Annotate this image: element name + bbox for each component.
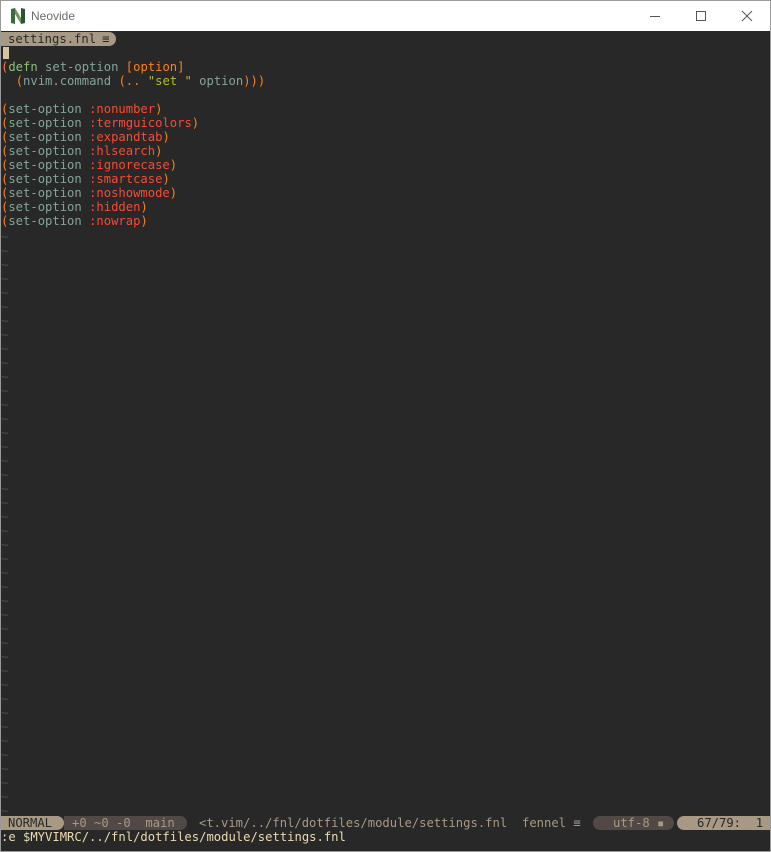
empty-line-marker: ~ (1, 370, 9, 384)
encoding-label: utf-8 (613, 816, 650, 830)
code-line[interactable]: (set-option :expandtab) (1, 130, 170, 144)
empty-line-marker: ~ (1, 734, 9, 748)
mode-indicator: NORMAL (1, 816, 65, 830)
empty-line-marker: ~ (1, 412, 9, 426)
encoding-segment: utf-8 ▪ (593, 816, 675, 830)
text-cursor (3, 47, 9, 59)
empty-line-marker: ~ (1, 342, 9, 356)
empty-line-marker: ~ (1, 510, 9, 524)
empty-line-marker: ~ (1, 636, 9, 650)
empty-line-marker: ~ (1, 384, 9, 398)
empty-line-marker: ~ (1, 230, 9, 244)
empty-line-marker: ~ (1, 622, 9, 636)
maximize-icon (696, 11, 706, 21)
code-line[interactable]: (defn set-option [option] (1, 60, 184, 74)
tabline: settings.fnl ≡ (1, 32, 770, 46)
cursor-position: 67/79: 1 (677, 816, 770, 830)
empty-line-marker: ~ (1, 650, 9, 664)
empty-line-marker: ~ (1, 272, 9, 286)
empty-line-marker: ~ (1, 664, 9, 678)
empty-line-marker: ~ (1, 580, 9, 594)
empty-line-marker: ~ (1, 594, 9, 608)
statusline: NORMAL +0 ~0 -0 main <t.vim/../fnl/dotfi… (1, 816, 770, 830)
code-line[interactable]: (set-option :smartcase) (1, 172, 170, 186)
close-button[interactable] (724, 1, 770, 31)
command-line[interactable]: :e $MYVIMRC/../fnl/dotfiles/module/setti… (1, 830, 770, 844)
maximize-button[interactable] (678, 1, 724, 31)
empty-line-marker: ~ (1, 692, 9, 706)
minimize-icon (650, 16, 660, 17)
empty-line-marker: ~ (1, 426, 9, 440)
tab-settings-fnl[interactable]: settings.fnl ≡ (1, 32, 117, 46)
empty-line-marker: ~ (1, 762, 9, 776)
code-line[interactable]: (set-option :hidden) (1, 200, 148, 214)
code-line[interactable]: (set-option :ignorecase) (1, 158, 177, 172)
empty-line-marker: ~ (1, 748, 9, 762)
code-line[interactable]: (set-option :nonumber) (1, 102, 162, 116)
empty-line-marker: ~ (1, 706, 9, 720)
close-icon (741, 10, 753, 22)
empty-line-marker: ~ (1, 776, 9, 790)
code-line[interactable]: (set-option :noshowmode) (1, 186, 177, 200)
title-bar[interactable]: Neovide (1, 1, 770, 31)
empty-line-marker: ~ (1, 720, 9, 734)
empty-line-marker: ~ (1, 552, 9, 566)
filetype-label: fennel (522, 816, 567, 830)
filetype-lines-icon: ≡ (573, 816, 581, 830)
empty-line-marker: ~ (1, 398, 9, 412)
git-diff-counts: +0 ~0 -0 (72, 816, 131, 830)
empty-line-marker: ~ (1, 482, 9, 496)
empty-line-marker: ~ (1, 328, 9, 342)
neovide-window: Neovide settings.fnl ≡ (defn set-option [… (0, 0, 771, 852)
code-line[interactable]: (nvim.command (.. "set " option))) (1, 74, 266, 88)
empty-line-marker: ~ (1, 678, 9, 692)
code-line[interactable]: (set-option :termguicolors) (1, 116, 199, 130)
empty-line-marker: ~ (1, 454, 9, 468)
empty-line-marker: ~ (1, 300, 9, 314)
empty-line-marker: ~ (1, 468, 9, 482)
windows-os-icon: ▪ (657, 816, 665, 830)
tab-label: settings.fnl (8, 32, 97, 46)
code-line[interactable]: (set-option :hlsearch) (1, 144, 162, 158)
empty-line-marker: ~ (1, 538, 9, 552)
window-title: Neovide (31, 9, 76, 23)
empty-line-marker: ~ (1, 566, 9, 580)
minimize-button[interactable] (632, 1, 678, 31)
empty-line-marker: ~ (1, 524, 9, 538)
vcs-segment: +0 ~0 -0 main (64, 816, 187, 830)
empty-line-marker: ~ (1, 496, 9, 510)
filetype-segment: fennel ≡ (522, 816, 581, 830)
empty-line-marker: ~ (1, 608, 9, 622)
empty-line-marker: ~ (1, 790, 9, 804)
code-line[interactable]: (set-option :nowrap) (1, 214, 148, 228)
file-path: <t.vim/../fnl/dotfiles/module/settings.f… (199, 816, 508, 830)
git-branch: main (145, 816, 175, 830)
empty-line-marker: ~ (1, 244, 9, 258)
empty-line-marker: ~ (1, 440, 9, 454)
filetype-lines-icon: ≡ (102, 32, 110, 46)
empty-line-marker: ~ (1, 314, 9, 328)
empty-line-marker: ~ (1, 286, 9, 300)
editor-area[interactable]: settings.fnl ≡ (defn set-option [option] … (1, 32, 770, 818)
neovide-n-icon (11, 8, 25, 24)
empty-line-marker: ~ (1, 258, 9, 272)
empty-line-marker: ~ (1, 356, 9, 370)
